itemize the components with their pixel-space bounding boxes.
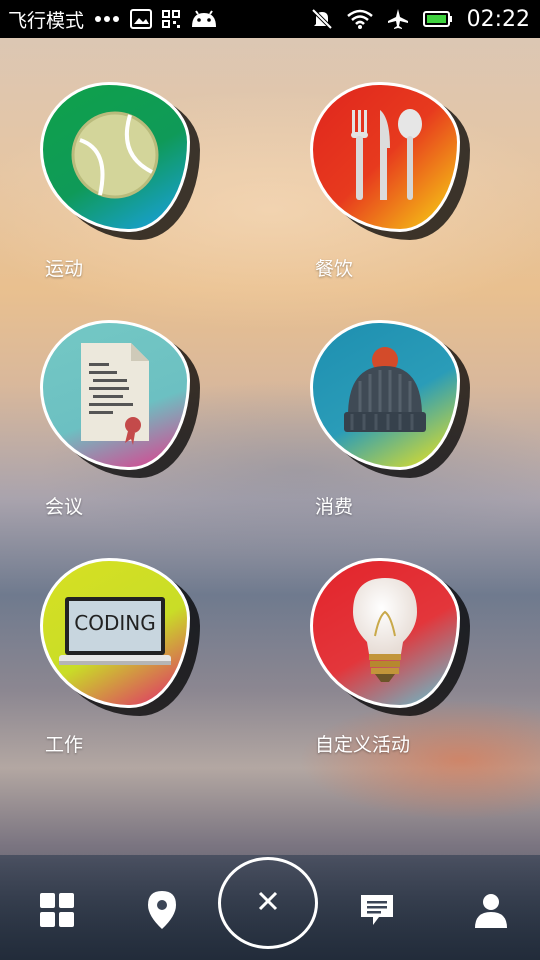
category-tile-work[interactable]: CODING 工作 — [40, 558, 220, 756]
grid-icon[interactable] — [32, 885, 82, 935]
category-tile-sports[interactable]: 运动 — [40, 82, 220, 280]
category-label: 工作 — [45, 734, 84, 756]
airplane-mode-label: 飞行模式 — [8, 9, 85, 32]
category-label: 会议 — [45, 496, 84, 518]
mute-icon — [311, 8, 333, 30]
status-bar: 飞行模式 02:22 — [0, 0, 540, 38]
message-icon[interactable] — [352, 885, 402, 935]
category-tile-dining[interactable]: 餐饮 — [310, 82, 490, 280]
laptop-coding-icon: CODING — [59, 595, 171, 671]
category-label: 自定义活动 — [315, 734, 411, 756]
user-icon[interactable] — [466, 885, 516, 935]
category-label: 餐饮 — [315, 258, 354, 280]
image-icon — [130, 9, 153, 29]
laptop-screen-text: CODING — [74, 611, 156, 635]
close-button[interactable] — [218, 857, 318, 949]
lightbulb-icon — [345, 576, 425, 690]
category-label: 消费 — [315, 496, 354, 518]
category-tile-consumption[interactable]: 消费 — [310, 320, 490, 518]
qr-icon — [162, 10, 181, 28]
android-icon — [190, 9, 218, 29]
close-icon — [258, 891, 278, 915]
beanie-hat-icon — [340, 346, 430, 445]
more-dots-icon — [94, 14, 120, 24]
bottom-nav-bar — [0, 855, 540, 960]
category-tile-meeting[interactable]: 会议 — [40, 320, 220, 518]
status-time: 02:22 — [466, 6, 530, 32]
wifi-icon — [346, 9, 373, 29]
battery-icon — [422, 10, 453, 28]
location-pin-icon[interactable] — [137, 885, 187, 935]
airplane-icon — [387, 8, 409, 30]
tennis-ball-icon — [70, 110, 160, 204]
document-icon — [75, 341, 155, 450]
cutlery-icon — [340, 108, 430, 207]
category-tile-custom-activity[interactable]: 自定义活动 — [310, 558, 490, 756]
category-label: 运动 — [45, 258, 84, 280]
